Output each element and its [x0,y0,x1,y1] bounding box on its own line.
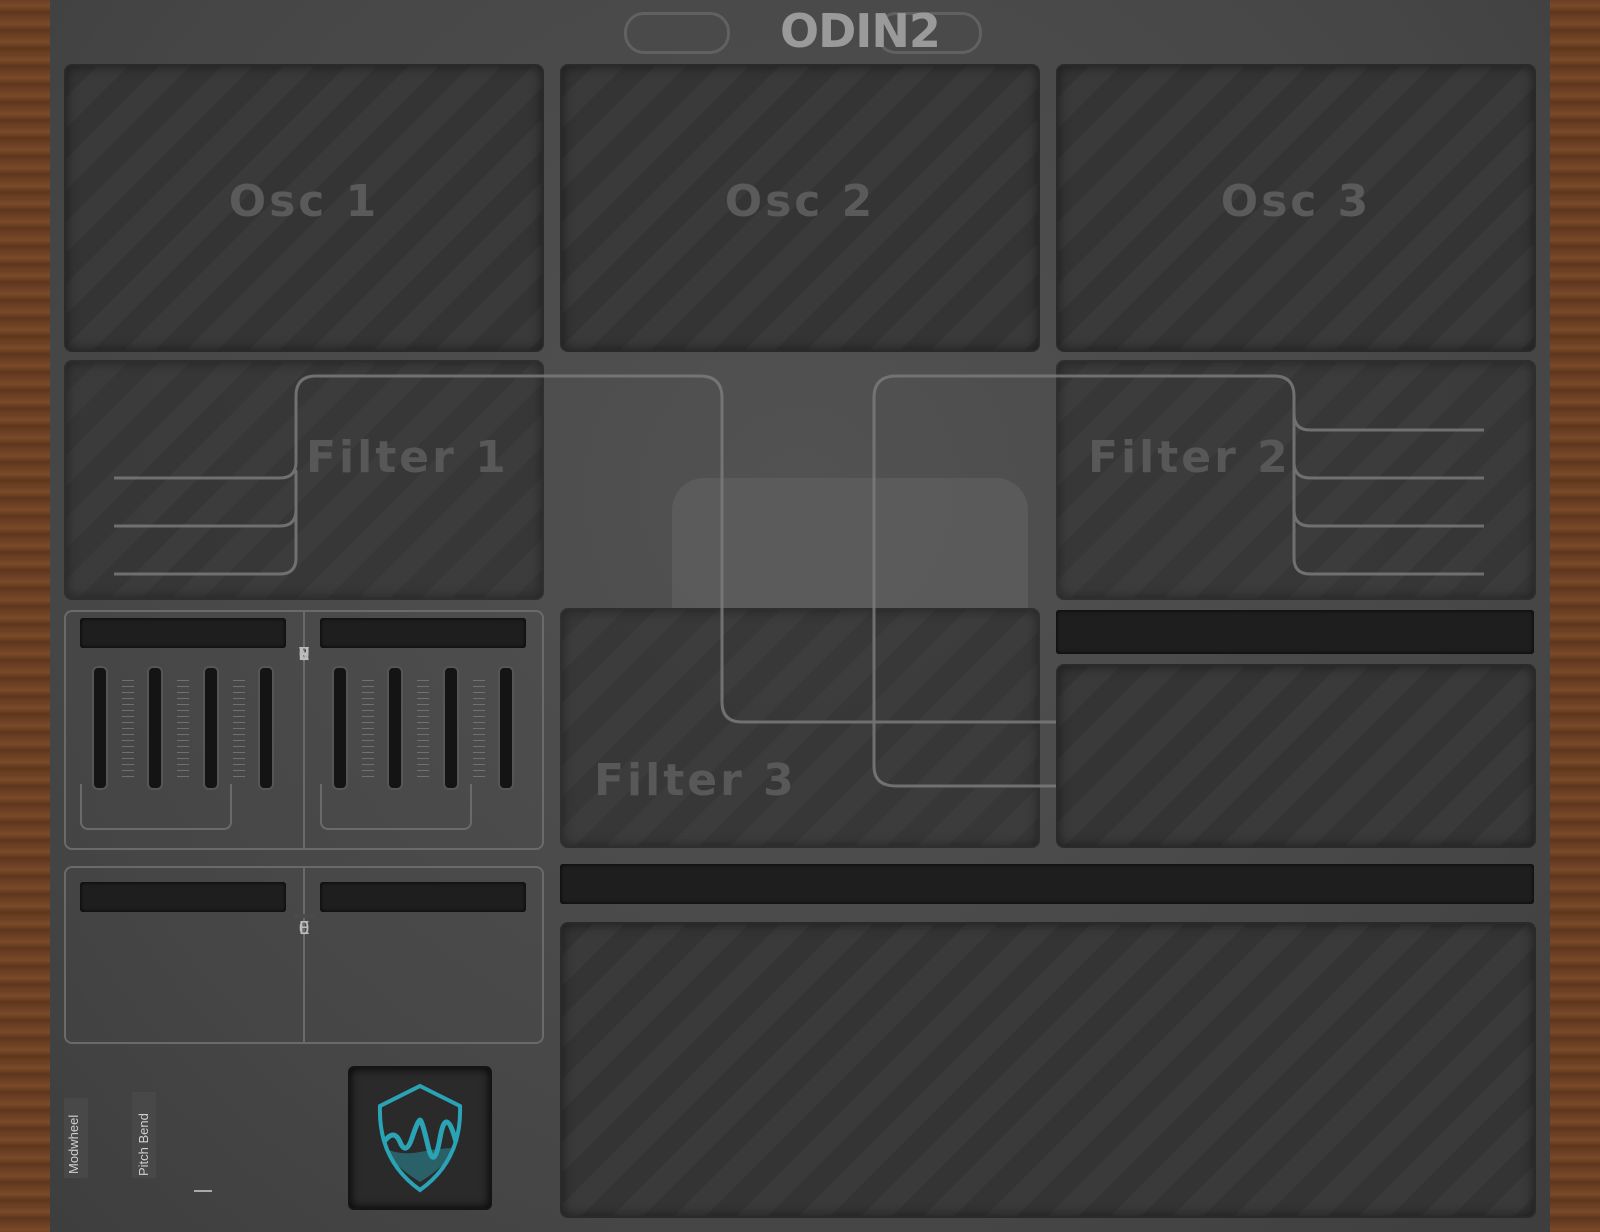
pitchbend-marker [194,1190,212,1192]
envelope-2-bracket [320,784,472,830]
slider-ticks [417,680,429,780]
shield-wave-icon [377,1083,463,1193]
wood-side-left [0,0,50,1232]
envelope-1-bracket [80,784,232,830]
env1-decay-slider[interactable] [147,666,163,790]
slider-ticks [473,680,485,780]
lfo-letter: O [298,918,310,939]
fx-slot[interactable] [560,922,1536,1218]
amp-header-bar[interactable] [1056,610,1534,654]
envelope-1-selector[interactable] [80,618,286,648]
amp-slot[interactable] [1056,664,1536,848]
envelope-2-selector[interactable] [320,618,526,648]
pitchbend-label: Pitch Bend [136,1113,151,1176]
lfo-1-selector[interactable] [80,882,286,912]
slider-ticks [233,680,245,780]
modwheel-control[interactable]: Modwheel [64,1098,88,1178]
env2-sustain-slider[interactable] [443,666,459,790]
fx-header-bar[interactable] [560,864,1534,904]
env2-release-slider[interactable] [498,666,514,790]
synth-panel: ODIN2 Osc 1 Osc 2 Osc 3 Filter 1 Filter … [50,0,1550,1232]
lfo-vertical-label: L F O [294,914,314,939]
env1-attack-slider[interactable] [92,666,108,790]
slider-ticks [362,680,374,780]
lfo-2-selector[interactable] [320,882,526,912]
modwheel-label: Modwheel [66,1114,81,1174]
wood-side-right [1550,0,1600,1232]
brand-badge [348,1066,492,1210]
env2-decay-slider[interactable] [387,666,403,790]
envelope-letter: E [298,644,310,665]
slider-ticks [177,680,189,780]
env1-sustain-slider[interactable] [203,666,219,790]
slider-ticks [122,680,134,780]
pitchbend-control[interactable]: Pitch Bend [132,1092,156,1178]
env1-release-slider[interactable] [258,666,274,790]
env2-attack-slider[interactable] [332,666,348,790]
lfo-divider [303,866,305,1044]
